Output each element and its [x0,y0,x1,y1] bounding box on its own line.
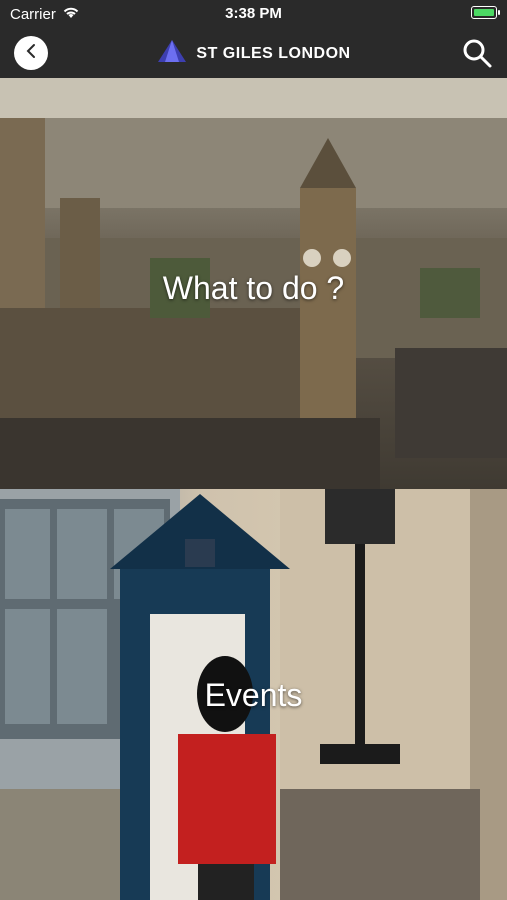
navigation-bar: ST GILES LONDON [0,28,507,78]
status-bar: Carrier 3:38 PM [0,0,507,28]
what-to-do-tile[interactable]: What to do ? [0,78,507,489]
events-tile[interactable]: Events [0,489,507,900]
what-to-do-label: What to do ? [162,270,345,306]
events-label: Events [204,677,303,713]
search-icon [461,39,493,73]
status-time: 3:38 PM [225,5,282,22]
brand-name: ST GILES LONDON [196,44,351,62]
brand: ST GILES LONDON [0,38,507,69]
search-button[interactable] [461,37,493,69]
battery-icon [471,6,500,19]
logo-icon [156,38,188,69]
